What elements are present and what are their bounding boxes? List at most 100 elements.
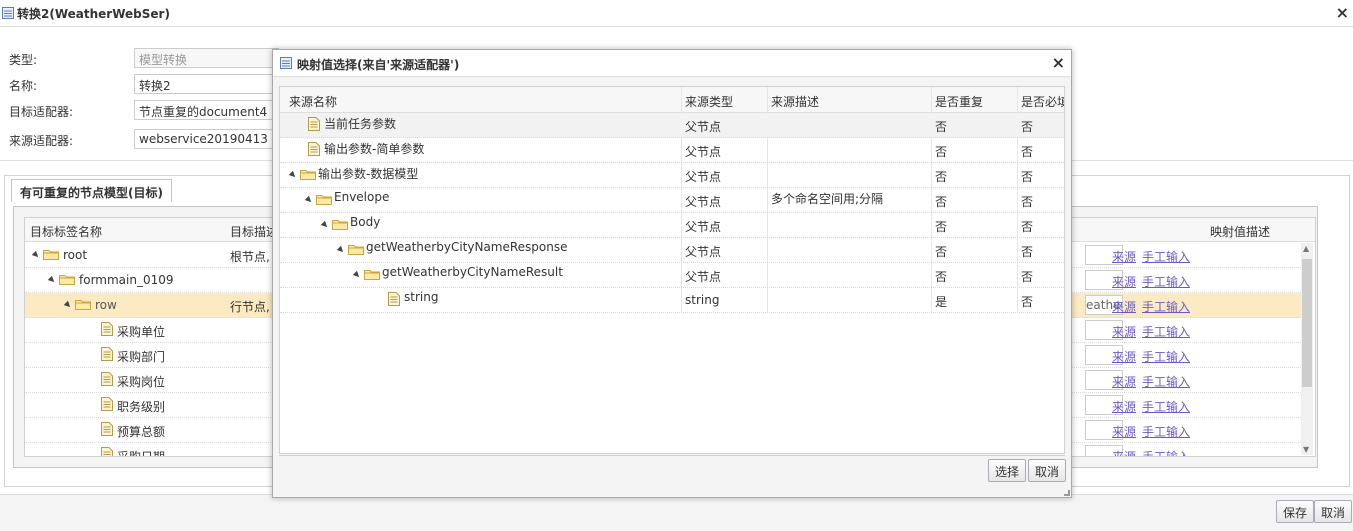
list-item[interactable]: getWeatherbyCityNameResult 父节点 否 否: [280, 263, 1064, 288]
source-link[interactable]: 来源: [1112, 423, 1136, 440]
col-required[interactable]: 是否必填: [1021, 93, 1064, 110]
list-item[interactable]: 输出参数-简单参数 父节点 否 否: [280, 138, 1064, 163]
repeat-value: 是: [935, 295, 948, 309]
col-mapping-desc[interactable]: 映射值描述: [1210, 223, 1270, 240]
resize-handle[interactable]: [1064, 490, 1070, 496]
source-grid-header: 来源名称 来源类型 来源描述 是否重复 是否必填: [280, 87, 1064, 113]
source-name: getWeatherbyCityNameResult: [382, 265, 563, 279]
row-label: 采购日期: [117, 450, 166, 457]
source-link[interactable]: 来源: [1112, 248, 1136, 265]
file-icon: [308, 142, 320, 159]
col-source-desc[interactable]: 来源描述: [771, 93, 819, 110]
source-name: 输出参数-数据模型: [318, 167, 419, 181]
expand-toggle-icon[interactable]: [288, 170, 298, 180]
row-label: 采购部门: [117, 350, 166, 364]
manual-input-link[interactable]: 手工输入: [1142, 248, 1190, 265]
expand-toggle-icon[interactable]: [304, 195, 314, 205]
required-value: 否: [1021, 245, 1034, 259]
folder-icon: [300, 168, 316, 183]
row-desc: 行节点,: [230, 300, 270, 314]
file-icon: [388, 292, 400, 309]
source-name: Envelope: [334, 190, 390, 204]
mapping-dialog: 映射值选择(来自'来源适配器') × 来源名称 来源类型 来源描述 是否重复 是…: [272, 49, 1072, 498]
scroll-down-icon[interactable]: ▼: [1303, 445, 1309, 454]
dialog-titlebar: 映射值选择(来自'来源适配器') ×: [273, 50, 1071, 77]
source-link[interactable]: 来源: [1112, 273, 1136, 290]
target-adapter-field[interactable]: 节点重复的document4: [134, 100, 279, 120]
file-icon: [101, 397, 113, 414]
expand-toggle-icon[interactable]: [320, 220, 330, 230]
source-link[interactable]: 来源: [1112, 373, 1136, 390]
source-link[interactable]: 来源: [1112, 348, 1136, 365]
source-type: 父节点: [685, 120, 722, 134]
source-adapter-field[interactable]: webservice20190413: [134, 129, 279, 149]
select-button[interactable]: 选择: [988, 459, 1027, 482]
file-icon: [101, 422, 113, 439]
col-target-name[interactable]: 目标标签名称: [30, 223, 102, 240]
file-icon: [101, 447, 113, 456]
required-value: 否: [1021, 120, 1034, 134]
source-link[interactable]: 来源: [1112, 448, 1136, 456]
manual-input-link[interactable]: 手工输入: [1142, 398, 1190, 415]
window-icon: [2, 7, 14, 22]
manual-input-link[interactable]: 手工输入: [1142, 273, 1190, 290]
list-item[interactable]: 当前任务参数 父节点 否 否: [280, 113, 1064, 138]
expand-toggle-icon[interactable]: [63, 300, 73, 310]
expand-toggle-icon[interactable]: [47, 275, 57, 285]
row-desc: 根节点,: [230, 250, 270, 264]
file-icon: [101, 322, 113, 339]
source-link[interactable]: 来源: [1112, 298, 1136, 315]
tab-target-model[interactable]: 有可重复的节点模型(目标): [11, 179, 172, 202]
source-name: Body: [350, 215, 381, 229]
col-repeat[interactable]: 是否重复: [935, 93, 983, 110]
required-value: 否: [1021, 220, 1034, 234]
manual-input-link[interactable]: 手工输入: [1142, 373, 1190, 390]
list-item[interactable]: string string 是 否: [280, 288, 1064, 313]
col-source-name[interactable]: 来源名称: [289, 93, 337, 110]
expand-toggle-icon[interactable]: [31, 250, 41, 260]
required-value: 否: [1021, 295, 1034, 309]
folder-icon: [59, 273, 75, 288]
name-label: 名称:: [9, 79, 38, 93]
list-item[interactable]: Envelope 父节点 多个命名空间用;分隔 否 否: [280, 188, 1064, 213]
manual-input-link[interactable]: 手工输入: [1142, 323, 1190, 340]
source-link[interactable]: 来源: [1112, 323, 1136, 340]
repeat-value: 否: [935, 170, 948, 184]
list-item[interactable]: 输出参数-数据模型 父节点 否 否: [280, 163, 1064, 188]
cancel-button[interactable]: 取消: [1314, 500, 1353, 523]
source-type: 父节点: [685, 145, 722, 159]
repeat-value: 否: [935, 270, 948, 284]
dialog-cancel-button[interactable]: 取消: [1028, 459, 1067, 482]
source-adapter-label: 来源适配器:: [9, 134, 74, 148]
required-value: 否: [1021, 170, 1034, 184]
manual-input-link[interactable]: 手工输入: [1142, 348, 1190, 365]
source-link[interactable]: 来源: [1112, 398, 1136, 415]
list-item[interactable]: getWeatherbyCityNameResponse 父节点 否 否: [280, 238, 1064, 263]
list-item[interactable]: Body 父节点 否 否: [280, 213, 1064, 238]
vertical-scrollbar[interactable]: ▲ ▼: [1301, 243, 1313, 455]
save-button[interactable]: 保存: [1276, 500, 1315, 523]
source-name: getWeatherbyCityNameResponse: [366, 240, 568, 254]
repeat-value: 否: [935, 120, 948, 134]
window-close-icon[interactable]: ×: [1336, 3, 1349, 22]
expand-toggle-icon[interactable]: [336, 245, 346, 255]
scroll-up-icon[interactable]: ▲: [1303, 244, 1309, 253]
required-value: 否: [1021, 270, 1034, 284]
manual-input-link[interactable]: 手工输入: [1142, 298, 1190, 315]
col-source-type[interactable]: 来源类型: [685, 93, 733, 110]
dialog-close-icon[interactable]: ×: [1052, 53, 1065, 72]
col-target-desc[interactable]: 目标描述: [230, 223, 278, 240]
folder-icon: [332, 218, 348, 233]
target-adapter-label: 目标适配器:: [9, 105, 74, 119]
scroll-thumb[interactable]: [1302, 259, 1312, 387]
source-grid: 来源名称 来源类型 来源描述 是否重复 是否必填 当前任务参数 父节点否否输出参数…: [279, 86, 1065, 454]
expand-toggle-icon[interactable]: [352, 270, 362, 280]
manual-input-link[interactable]: 手工输入: [1142, 448, 1190, 456]
repeat-value: 否: [935, 145, 948, 159]
name-field[interactable]: 转换2: [134, 74, 279, 94]
source-type: 父节点: [685, 170, 722, 184]
row-label: row: [95, 298, 117, 312]
source-name: 输出参数-简单参数: [324, 142, 425, 156]
folder-icon: [364, 268, 380, 283]
manual-input-link[interactable]: 手工输入: [1142, 423, 1190, 440]
